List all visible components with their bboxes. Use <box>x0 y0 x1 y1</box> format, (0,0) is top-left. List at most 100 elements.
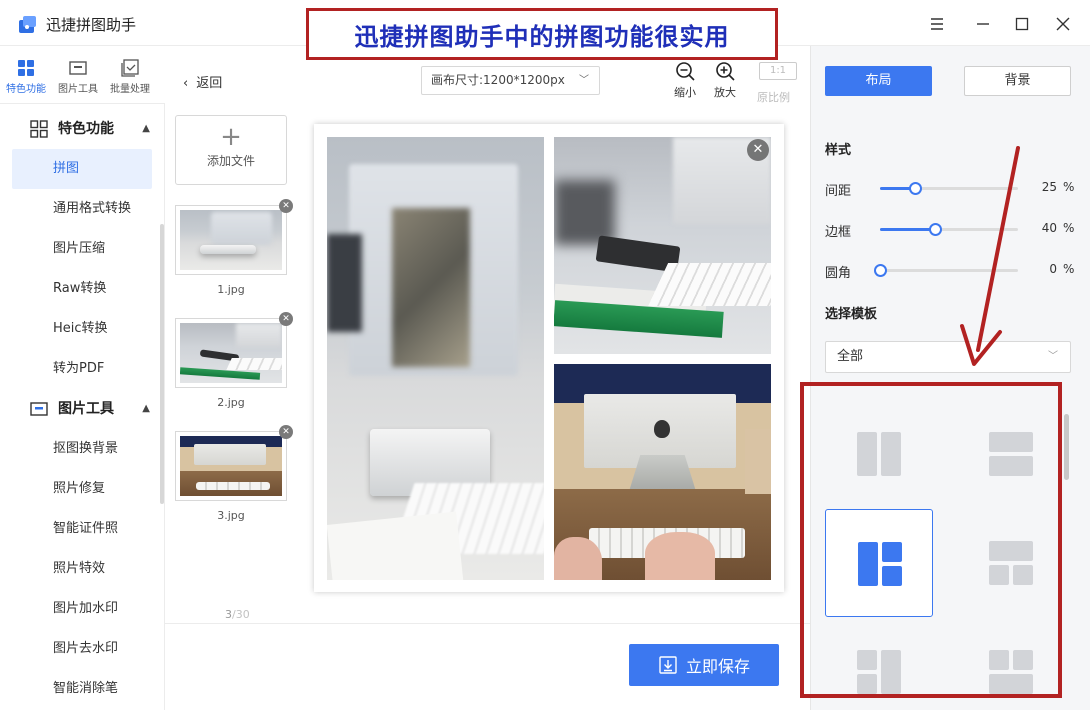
template-top-wide-bottom-split[interactable] <box>957 509 1065 617</box>
file-name: 1.jpg <box>217 283 245 296</box>
sidebar: 特色功能 ▲ 拼图 通用格式转换 图片压缩 Raw转换 Heic转换 转为PDF… <box>0 104 165 710</box>
sidebar-item-remove-watermark[interactable]: 图片去水印 <box>0 629 164 669</box>
sidebar-scrollbar[interactable] <box>160 224 164 504</box>
add-file-label: 添加文件 <box>206 154 255 168</box>
file-thumb-1[interactable]: ✕ <box>175 199 293 275</box>
sidebar-item-heic[interactable]: Heic转换 <box>0 309 164 349</box>
slider-value: 25 <box>1041 180 1057 194</box>
ratio-badge[interactable]: 1:1 <box>759 62 797 80</box>
collage-cell-3[interactable] <box>554 364 771 580</box>
tab-batch[interactable]: 批量处理 <box>104 46 156 103</box>
section-featured[interactable]: 特色功能 ▲ <box>0 109 164 149</box>
tab-featured-label: 特色功能 <box>6 84 46 95</box>
thumb-image <box>180 210 282 270</box>
menu-icon[interactable] <box>925 12 949 36</box>
zoom-in-label: 放大 <box>714 86 736 99</box>
tab-background[interactable]: 背景 <box>964 66 1071 96</box>
sidebar-item-id-photo[interactable]: 智能证件照 <box>0 509 164 549</box>
slider-label: 圆角 <box>825 266 852 281</box>
sidebar-item-label: Raw转换 <box>53 281 107 296</box>
file-name: 2.jpg <box>217 396 245 409</box>
layout-two-columns-icon <box>857 432 901 476</box>
slider-knob[interactable] <box>908 182 922 195</box>
annotation-banner: 迅捷拼图助手中的拼图功能很实用 <box>306 8 778 60</box>
sidebar-item-label: 抠图换背景 <box>53 441 119 456</box>
sidebar-item-photo-repair[interactable]: 照片修复 <box>0 469 164 509</box>
add-file-button[interactable]: + 添加文件 <box>175 115 287 185</box>
section-image-tools[interactable]: 图片工具 ▲ <box>0 389 164 429</box>
save-button[interactable]: 立即保存 <box>629 644 779 686</box>
maximize-icon[interactable] <box>1010 12 1034 36</box>
sidebar-item-format-convert[interactable]: 通用格式转换 <box>0 189 164 229</box>
chevron-down-icon: ﹀ <box>579 75 589 86</box>
layout-two-rows-icon <box>989 432 1033 476</box>
batch-icon <box>121 59 139 77</box>
back-button[interactable]: ‹ 返回 <box>183 72 222 91</box>
remove-file-icon[interactable]: ✕ <box>279 312 293 326</box>
layout-left-tall-right-split-icon <box>858 542 902 586</box>
zoom-in-button[interactable]: 放大 <box>705 60 745 100</box>
file-thumb-2[interactable]: ✕ <box>175 312 293 388</box>
right-panel-scrollbar[interactable] <box>1064 414 1069 480</box>
sidebar-item-label: 智能证件照 <box>53 521 119 536</box>
slider-track[interactable] <box>880 182 1018 195</box>
radius-slider[interactable]: 圆角 0 % <box>825 260 1077 281</box>
tab-featured[interactable]: 特色功能 <box>0 46 52 103</box>
remove-file-icon[interactable]: ✕ <box>279 425 293 439</box>
collage-cell-2[interactable]: ✕ <box>554 137 771 354</box>
sidebar-item-label: 转为PDF <box>53 361 105 376</box>
sidebar-item-label: Heic转换 <box>53 321 108 336</box>
slider-knob[interactable] <box>874 264 887 277</box>
layout-grid-icon <box>989 650 1033 694</box>
collage-cell-1[interactable] <box>327 137 544 580</box>
remove-file-icon[interactable]: ✕ <box>279 199 293 213</box>
style-heading: 样式 <box>825 143 852 158</box>
border-slider[interactable]: 边框 40 % <box>825 219 1077 240</box>
sidebar-item-effects[interactable]: 照片特效 <box>0 549 164 589</box>
slider-knob[interactable] <box>929 223 943 236</box>
layout-grid-icon <box>857 650 901 694</box>
tab-image-tools[interactable]: 图片工具 <box>52 46 104 103</box>
template-left-tall-right-split[interactable] <box>825 509 933 617</box>
ratio-label: 原比例 <box>757 91 790 104</box>
slider-unit: % <box>1063 221 1075 235</box>
sidebar-item-label: 拼图 <box>53 161 80 176</box>
app-logo-icon <box>19 16 36 33</box>
tab-layout[interactable]: 布局 <box>825 66 932 96</box>
chevron-up-icon: ▲ <box>142 403 150 414</box>
plus-icon: + <box>220 122 242 152</box>
sidebar-item-compress[interactable]: 图片压缩 <box>0 229 164 269</box>
sidebar-item-label: 图片加水印 <box>53 601 119 616</box>
template-filter-select[interactable]: 全部 ﹀ <box>825 341 1071 373</box>
template-two-columns[interactable] <box>825 400 933 508</box>
thumb-image <box>180 323 282 383</box>
section-image-tools-title: 图片工具 <box>58 401 114 417</box>
zoom-out-button[interactable]: 缩小 <box>665 60 705 100</box>
canvas-size-select[interactable]: 画布尺寸:1200*1200px ﹀ <box>421 66 600 95</box>
zoom-in-icon <box>716 62 735 81</box>
sidebar-item-pdf[interactable]: 转为PDF <box>0 349 164 389</box>
slider-track[interactable] <box>880 223 1018 236</box>
slider-label: 边框 <box>825 225 852 240</box>
template-grid-a[interactable] <box>825 618 933 710</box>
slider-track[interactable] <box>874 264 1018 277</box>
spacing-slider[interactable]: 间距 25 % <box>825 178 1077 199</box>
close-icon[interactable]: ✕ <box>747 139 769 161</box>
sidebar-item-remove-bg[interactable]: 抠图换背景 <box>0 429 164 469</box>
minimize-icon[interactable] <box>971 12 995 36</box>
close-icon[interactable] <box>1051 12 1075 36</box>
collage-canvas[interactable]: ✕ <box>314 124 784 592</box>
template-two-rows[interactable] <box>957 400 1065 508</box>
sidebar-item-eraser[interactable]: 智能消除笔 <box>0 669 164 709</box>
file-thumb-3[interactable]: ✕ <box>175 425 293 501</box>
sidebar-item-raw[interactable]: Raw转换 <box>0 269 164 309</box>
sidebar-item-collage[interactable]: 拼图 <box>12 149 152 189</box>
save-label: 立即保存 <box>685 657 750 676</box>
download-icon <box>659 656 677 674</box>
grid-icon <box>30 120 48 138</box>
sidebar-item-add-watermark[interactable]: 图片加水印 <box>0 589 164 629</box>
sidebar-item-label: 智能消除笔 <box>53 681 119 696</box>
mode-tabs: 特色功能 图片工具 批量处理 <box>0 46 165 104</box>
slider-unit: % <box>1063 262 1075 276</box>
template-grid-b[interactable] <box>957 618 1065 710</box>
